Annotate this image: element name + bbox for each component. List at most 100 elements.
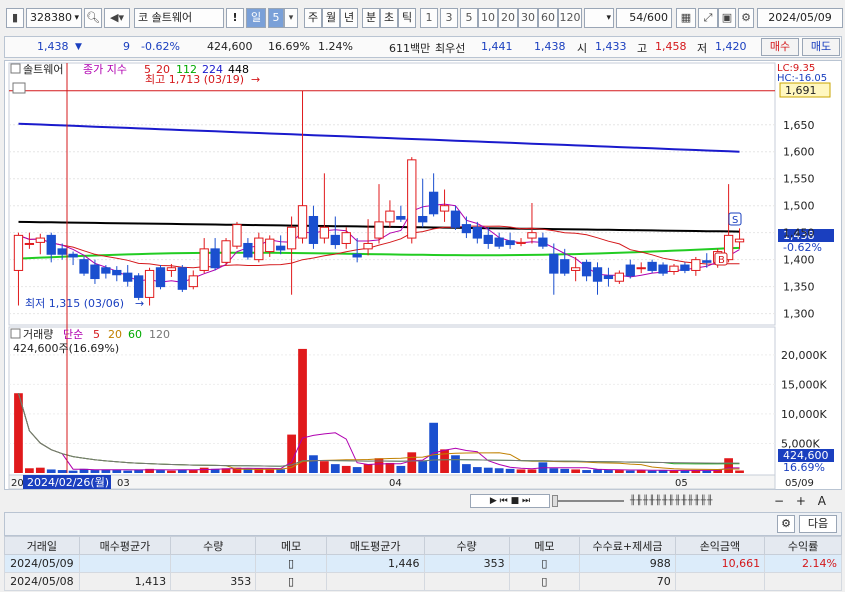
bar-count: 54 bbox=[629, 11, 644, 24]
col-sell-memo[interactable]: 메모 bbox=[508, 536, 581, 555]
interval-3-button[interactable]: 3 bbox=[440, 8, 458, 28]
chevron-down-icon[interactable]: ▾ bbox=[284, 8, 298, 28]
interval-20-button[interactable]: 20 bbox=[498, 8, 518, 28]
cell-buy-qty: 353 bbox=[170, 572, 257, 591]
scroll-buttons[interactable]: ▶ ⏮ ■ ⏭ bbox=[470, 494, 550, 508]
vol-ma-60: 60 bbox=[128, 328, 142, 341]
col-buy-avg[interactable]: 매수평균가 bbox=[78, 536, 172, 555]
interval-5-button[interactable]: 5 bbox=[460, 8, 478, 28]
candle-body bbox=[439, 205, 450, 212]
interval-60-button[interactable]: 60 bbox=[538, 8, 558, 28]
bar-count-field[interactable]: 54/600 bbox=[616, 8, 672, 28]
candle-body bbox=[210, 248, 220, 269]
volume-bar bbox=[625, 470, 635, 473]
memo-icon[interactable]: ▯ bbox=[255, 554, 327, 573]
candle-body bbox=[232, 224, 242, 247]
zoom-controls[interactable]: − + A bbox=[774, 494, 840, 508]
volume-tick-label: 15,000K bbox=[781, 378, 827, 391]
candle-body bbox=[734, 238, 745, 243]
candle-body bbox=[352, 253, 362, 258]
candle-body bbox=[68, 253, 78, 258]
next-button[interactable]: 다음 bbox=[799, 515, 837, 533]
draw-tool-icon[interactable]: ⤢ bbox=[698, 8, 718, 28]
col-buy-qty[interactable]: 수량 bbox=[170, 536, 257, 555]
hc-label: HC:-16.05 bbox=[777, 73, 827, 84]
volume-bar bbox=[702, 470, 712, 473]
col-sell-qty[interactable]: 수량 bbox=[423, 536, 510, 555]
sell-button[interactable]: 매도 bbox=[802, 38, 840, 56]
volume-ratio: 1.24% bbox=[318, 40, 353, 53]
stock-chart[interactable]: 솔트웨어 종가 지수 5 20 112 224 448 최고 1,713 (03… bbox=[5, 61, 843, 491]
memo-icon[interactable]: ▯ bbox=[255, 572, 327, 591]
volume-bar bbox=[647, 470, 657, 473]
zoom-slider-thumb[interactable] bbox=[552, 495, 558, 507]
stock-name-field[interactable]: 코 솔트웨어 bbox=[134, 8, 224, 28]
save-icon[interactable]: ▣ bbox=[718, 8, 736, 28]
date-field[interactable]: 2024/05/09 bbox=[757, 8, 843, 28]
period-number[interactable]: 5 bbox=[268, 8, 284, 28]
table-row[interactable]: 2024/05/08 1,413 353 ▯ ▯ 70 bbox=[4, 572, 842, 591]
zoom-slider[interactable] bbox=[554, 500, 624, 502]
memo-icon[interactable]: ▯ bbox=[508, 572, 581, 591]
period-second-button[interactable]: 초 bbox=[380, 8, 398, 28]
candle-body bbox=[374, 221, 384, 239]
col-sell-avg[interactable]: 매도평균가 bbox=[325, 536, 425, 555]
volume-bar bbox=[123, 470, 133, 473]
grid-toggle-icon[interactable] bbox=[12, 82, 26, 94]
interval-10-button[interactable]: 10 bbox=[478, 8, 498, 28]
col-buy-memo[interactable]: 메모 bbox=[255, 536, 327, 555]
tool-strip[interactable]: ╫╫╫╫╫╫╫╫╫╫╫╫╫ bbox=[630, 494, 770, 508]
stock-code: 328380 bbox=[30, 11, 72, 24]
interval-1-button[interactable]: 1 bbox=[420, 8, 438, 28]
memo-icon[interactable]: ▯ bbox=[508, 554, 581, 573]
volume-bar bbox=[309, 455, 318, 473]
panel-icon[interactable]: ▮ bbox=[6, 8, 24, 28]
col-profit[interactable]: 손익금액 bbox=[674, 536, 766, 555]
candle-body bbox=[57, 248, 67, 255]
volume-bar bbox=[276, 469, 286, 473]
stock-code-input[interactable]: 328380 ▾ bbox=[26, 8, 82, 28]
volume-bar bbox=[472, 467, 482, 473]
period-tick-button[interactable]: 틱 bbox=[398, 8, 416, 28]
interval-dropdown[interactable]: ▾ bbox=[584, 8, 614, 28]
period-month-button[interactable]: 월 bbox=[322, 8, 340, 28]
list-icon[interactable]: ▦ bbox=[676, 8, 696, 28]
interval-120-button[interactable]: 120 bbox=[558, 8, 582, 28]
candle-body bbox=[297, 205, 308, 239]
gear-icon[interactable]: ⚙ bbox=[738, 8, 754, 28]
volume-bar bbox=[298, 348, 307, 473]
volume-bar bbox=[35, 467, 45, 473]
period-week-button[interactable]: 주 bbox=[304, 8, 322, 28]
speaker-icon[interactable]: ◀▾ bbox=[104, 8, 130, 28]
open-price: 1,433 bbox=[595, 40, 627, 53]
interval-30-button[interactable]: 30 bbox=[518, 8, 538, 28]
col-trade-date[interactable]: 거래일 bbox=[4, 536, 80, 555]
gear-icon[interactable]: ⚙ bbox=[777, 515, 795, 533]
period-year-button[interactable]: 년 bbox=[340, 8, 358, 28]
candle-body bbox=[144, 269, 155, 298]
candle-body bbox=[407, 159, 417, 239]
period-minute-button[interactable]: 분 bbox=[362, 8, 380, 28]
best-label: 최우선 bbox=[435, 42, 466, 55]
quote-bar: 1,438 ▼ 9 -0.62% 424,600 16.69% 1.24% 61… bbox=[4, 36, 842, 58]
warning-button[interactable]: ! bbox=[226, 8, 244, 28]
cell-fee: 988 bbox=[579, 554, 676, 573]
volume-bar bbox=[68, 470, 78, 473]
chart-area[interactable]: 솔트웨어 종가 지수 5 20 112 224 448 최고 1,713 (03… bbox=[4, 60, 842, 490]
period-day-button[interactable]: 일 bbox=[246, 8, 266, 28]
candle-body bbox=[494, 237, 504, 247]
col-return[interactable]: 수익률 bbox=[764, 536, 842, 555]
search-icon[interactable]: 🔍︎ bbox=[84, 8, 102, 28]
table-row[interactable]: 2024/05/09 ▯ 1,446 353 ▯ 988 10,661 2.14… bbox=[4, 554, 842, 573]
arrow-right-icon: → bbox=[251, 73, 260, 86]
trade-amount: 611백만 bbox=[389, 42, 431, 55]
volume-bar bbox=[604, 470, 613, 473]
candle-body bbox=[549, 253, 559, 274]
cell-buy-avg bbox=[78, 554, 172, 573]
volume-bar bbox=[320, 461, 329, 473]
col-fee-tax[interactable]: 수수료+제세금 bbox=[579, 536, 676, 555]
volume-bar bbox=[188, 470, 198, 473]
candle-body bbox=[319, 226, 330, 239]
buy-button[interactable]: 매수 bbox=[761, 38, 799, 56]
x-label-april: 04 bbox=[389, 478, 402, 489]
